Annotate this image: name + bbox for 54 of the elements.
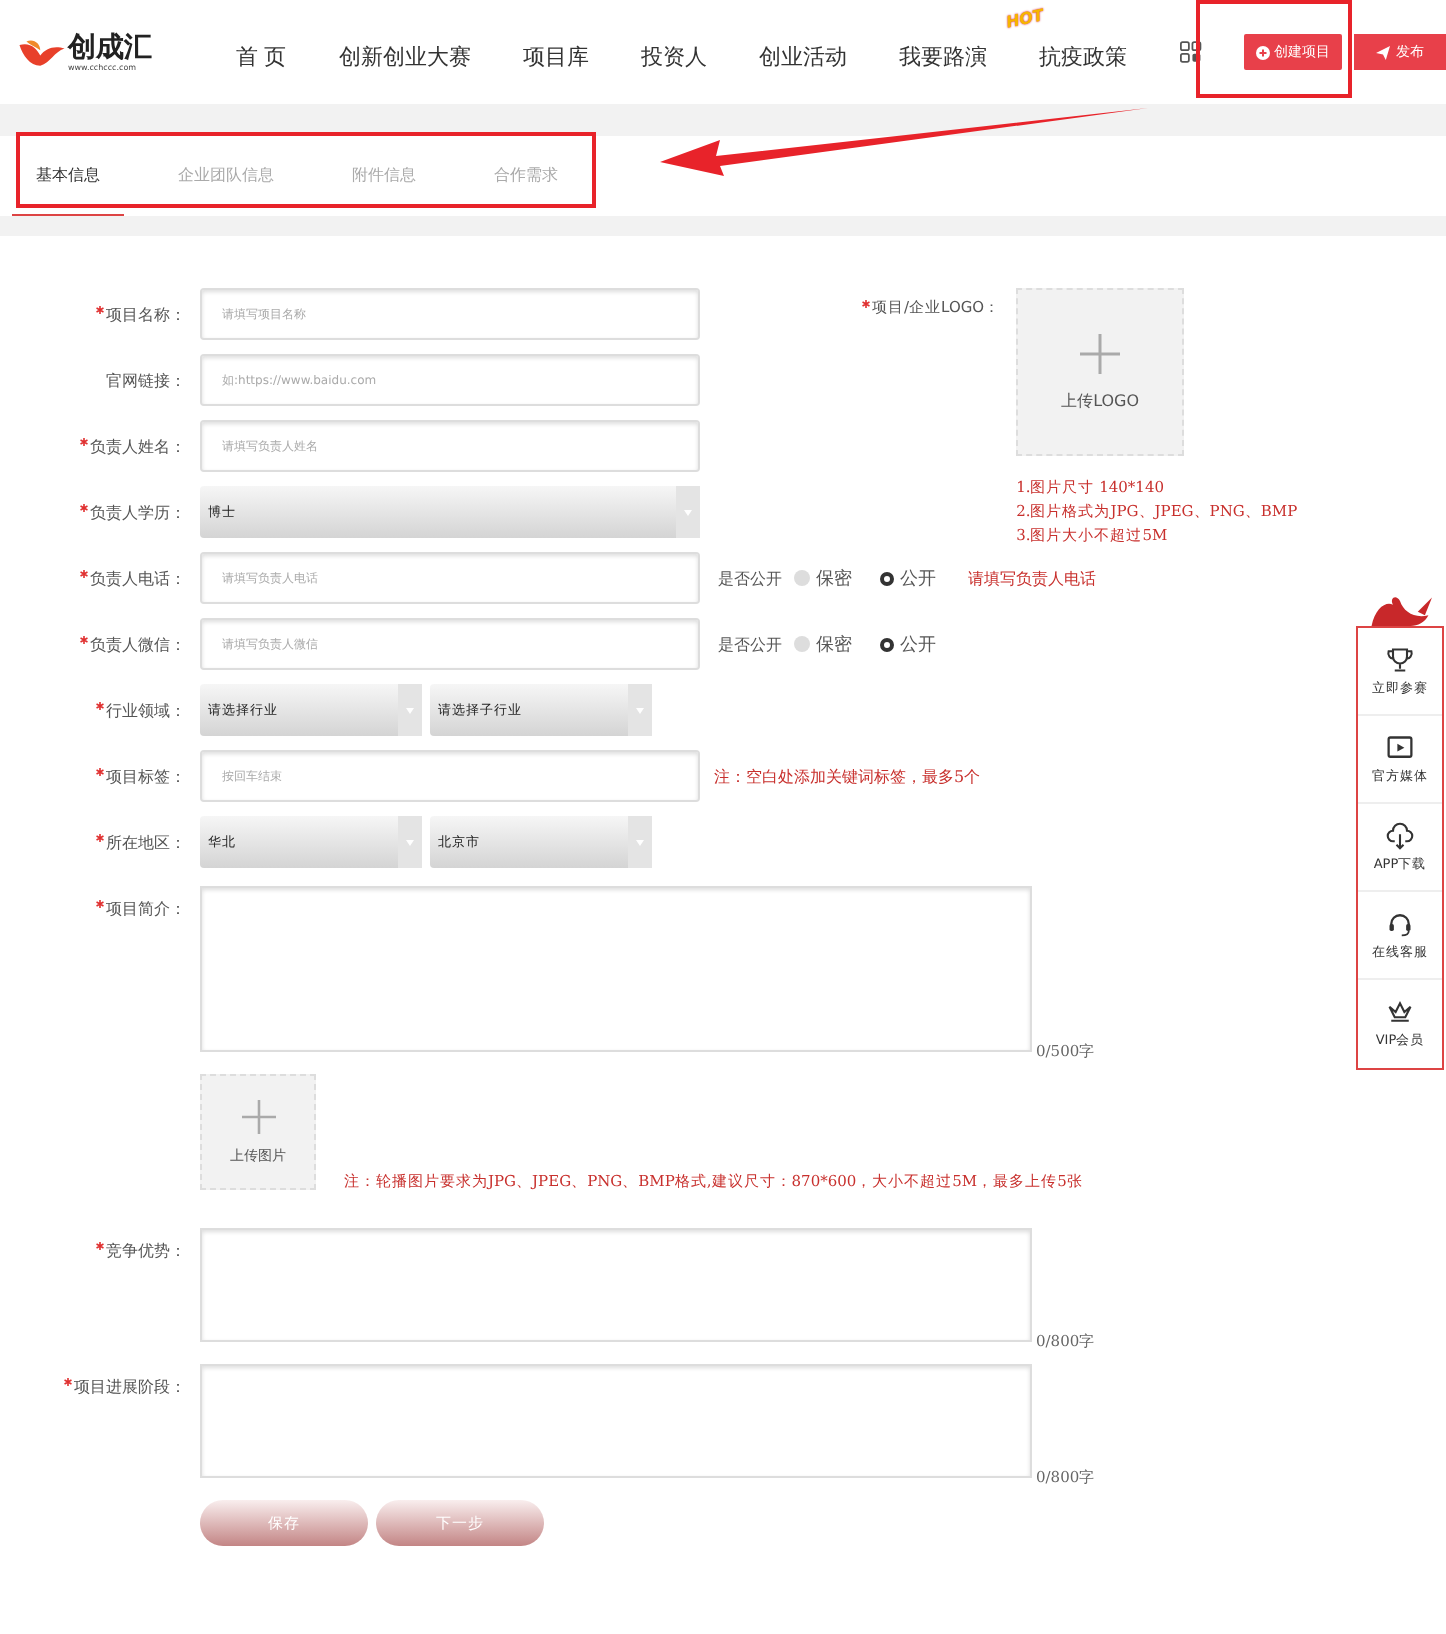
plus-icon: [1255, 45, 1270, 59]
required-icon: [96, 900, 104, 908]
cloud-download-icon: [1386, 821, 1414, 849]
required-icon: [80, 569, 88, 577]
required-icon: [96, 833, 104, 841]
text-area[interactable]: [200, 1228, 1032, 1342]
grid-icon[interactable]: [1180, 40, 1202, 64]
nav-link[interactable]: 项目库: [522, 43, 589, 69]
text-area[interactable]: [200, 1364, 1032, 1478]
upload-logo-button[interactable]: 上传LOGO: [1016, 288, 1185, 456]
required-icon: [96, 1242, 104, 1250]
field-label: 官网链接：: [106, 369, 186, 391]
plus-icon: [241, 1099, 275, 1133]
radio-option[interactable]: 公开: [880, 565, 936, 591]
play-icon: [1386, 733, 1414, 761]
nav-link[interactable]: 创新创业大赛: [338, 43, 471, 69]
logo-name: 创成汇: [68, 33, 152, 61]
field-label: 负责人微信：: [90, 633, 186, 655]
required-icon: [96, 701, 104, 709]
field-label: 项目简介：: [106, 898, 186, 920]
field-label: 行业领域：: [106, 699, 186, 721]
required-icon: [80, 437, 88, 445]
privacy-label: 是否公开: [718, 567, 782, 589]
required-icon: [80, 635, 88, 643]
field-note: 注：空白处添加关键词标签，最多5个: [714, 765, 981, 787]
crown-icon: [1386, 998, 1414, 1026]
required-icon: [64, 1378, 72, 1386]
required-icon: [96, 305, 104, 313]
headset-icon: [1386, 909, 1414, 937]
field-label: 项目进展阶段：: [74, 1376, 186, 1398]
privacy-label: 是否公开: [718, 633, 782, 655]
field-label: 负责人姓名：: [90, 435, 186, 457]
paper-plane-icon: [1375, 45, 1390, 59]
nav-link[interactable]: 首 页: [235, 43, 287, 69]
radio-option[interactable]: 公开: [880, 631, 936, 657]
field-label: 所在地区：: [106, 831, 186, 853]
nav-link[interactable]: 投资人: [640, 43, 707, 69]
nav-link[interactable]: 创业活动: [758, 43, 847, 69]
field-label: 项目标签：: [106, 765, 186, 787]
plus-icon: [1080, 333, 1121, 373]
radio-option[interactable]: 保密: [794, 565, 852, 591]
nav-link[interactable]: 抗疫政策: [1038, 43, 1127, 69]
required-icon: [96, 767, 104, 775]
field-note: 请填写负责人电话: [968, 567, 1096, 589]
field-label: 竞争优势：: [106, 1240, 186, 1262]
field-label: 项目名称：: [106, 303, 186, 325]
trophy-icon: [1386, 645, 1414, 673]
field-label: 负责人学历：: [90, 501, 186, 523]
required-icon: [80, 503, 88, 511]
text-area[interactable]: [200, 886, 1032, 1052]
hot-label: HOT: [1005, 5, 1046, 31]
field-label: 负责人电话：: [90, 567, 186, 589]
radio-option[interactable]: 保密: [794, 631, 852, 657]
nav-link[interactable]: 我要路演: [898, 43, 987, 69]
